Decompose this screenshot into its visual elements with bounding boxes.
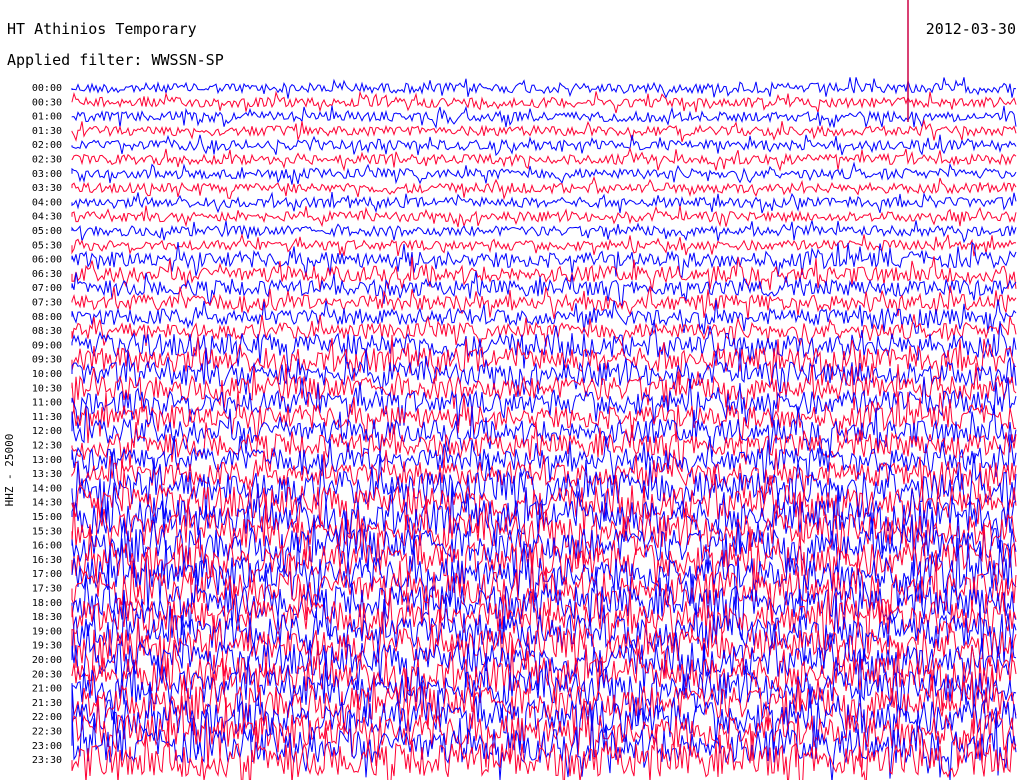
trace-line <box>71 105 1017 129</box>
trace-line <box>71 299 1017 335</box>
time-tick-label: 19:30 <box>32 641 62 652</box>
trace-line <box>71 191 1017 214</box>
time-tick-label: 20:00 <box>32 655 62 666</box>
time-tick-label: 08:00 <box>32 312 62 323</box>
trace-line <box>71 220 1017 244</box>
time-tick-label: 16:00 <box>32 541 62 552</box>
time-tick-label: 07:00 <box>32 283 62 294</box>
time-tick-label: 00:00 <box>32 83 62 94</box>
time-tick-label: 17:30 <box>32 584 62 595</box>
trace-line <box>71 77 1017 99</box>
trace-line <box>71 175 1017 201</box>
time-tick-label: 17:00 <box>32 569 62 580</box>
time-tick-label: 20:30 <box>32 669 62 680</box>
time-tick-label: 08:30 <box>32 326 62 337</box>
time-tick-label: 23:00 <box>32 741 62 752</box>
time-tick-label: 02:00 <box>32 140 62 151</box>
time-tick-label: 07:30 <box>32 298 62 309</box>
time-tick-label: 14:00 <box>32 483 62 494</box>
time-tick-label: 05:00 <box>32 226 62 237</box>
time-tick-label: 04:30 <box>32 212 62 223</box>
time-tick-label: 12:30 <box>32 441 62 452</box>
time-tick-label: 04:00 <box>32 197 62 208</box>
trace-line <box>71 119 1017 142</box>
time-tick-label: 03:30 <box>32 183 62 194</box>
trace-line <box>71 608 1017 682</box>
time-tick-label: 13:00 <box>32 455 62 466</box>
seismogram-plot: 00:00 00:30 01:00 01:30 02:00 02:30 03:00 03:30… <box>32 0 1017 780</box>
time-tick-label: 02:30 <box>32 155 62 166</box>
time-tick-label: 05:30 <box>32 240 62 251</box>
trace-line <box>71 161 1017 185</box>
trace-line <box>71 134 1017 157</box>
time-tick-label: 06:00 <box>32 255 62 266</box>
trace-line <box>71 256 1017 292</box>
time-tick-label: 16:30 <box>32 555 62 566</box>
time-tick-label: 10:30 <box>32 383 62 394</box>
time-tick-label: 22:00 <box>32 712 62 723</box>
time-tick-label: 13:30 <box>32 469 62 480</box>
trace-line <box>71 285 1017 320</box>
trace-line <box>71 233 1017 257</box>
time-tick-label: 11:00 <box>32 398 62 409</box>
time-tick-label: 19:00 <box>32 626 62 637</box>
time-tick-label: 14:30 <box>32 498 62 509</box>
time-tick-label: 23:30 <box>32 755 62 766</box>
trace-line <box>71 90 1017 114</box>
trace-line <box>71 347 1017 398</box>
time-tick-label: 10:00 <box>32 369 62 380</box>
trace-line <box>71 314 1017 348</box>
time-tick-label: 09:30 <box>32 355 62 366</box>
time-tick-label: 06:30 <box>32 269 62 280</box>
time-tick-label: 01:30 <box>32 126 62 137</box>
time-tick-label: 09:00 <box>32 340 62 351</box>
time-tick-label: 21:30 <box>32 698 62 709</box>
time-tick-label: 12:00 <box>32 426 62 437</box>
time-tick-label: 22:30 <box>32 727 62 738</box>
time-tick-label: 03:00 <box>32 169 62 180</box>
time-tick-label: 15:30 <box>32 526 62 537</box>
time-tick-label: 01:00 <box>32 112 62 123</box>
time-tick-label: 15:00 <box>32 512 62 523</box>
time-tick-label: 21:00 <box>32 684 62 695</box>
time-tick-label: 11:30 <box>32 412 62 423</box>
time-tick-label: 18:00 <box>32 598 62 609</box>
time-tick-label: 00:30 <box>32 97 62 108</box>
time-tick-label: 18:30 <box>32 612 62 623</box>
trace-line <box>71 205 1017 228</box>
